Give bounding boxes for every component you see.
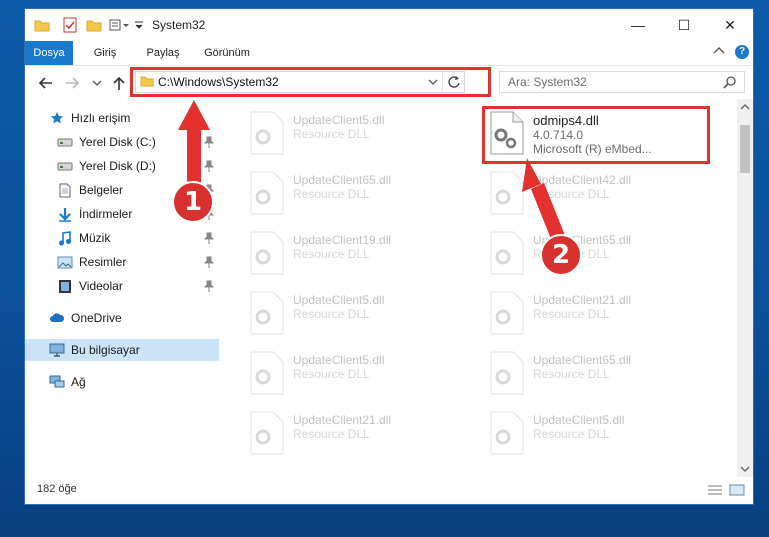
step-1-badge: 1 bbox=[172, 181, 214, 223]
arrow-1 bbox=[178, 100, 210, 190]
step-2-badge: 2 bbox=[540, 234, 582, 276]
arrow-2 bbox=[522, 158, 566, 244]
annotation-arrows bbox=[178, 100, 566, 244]
